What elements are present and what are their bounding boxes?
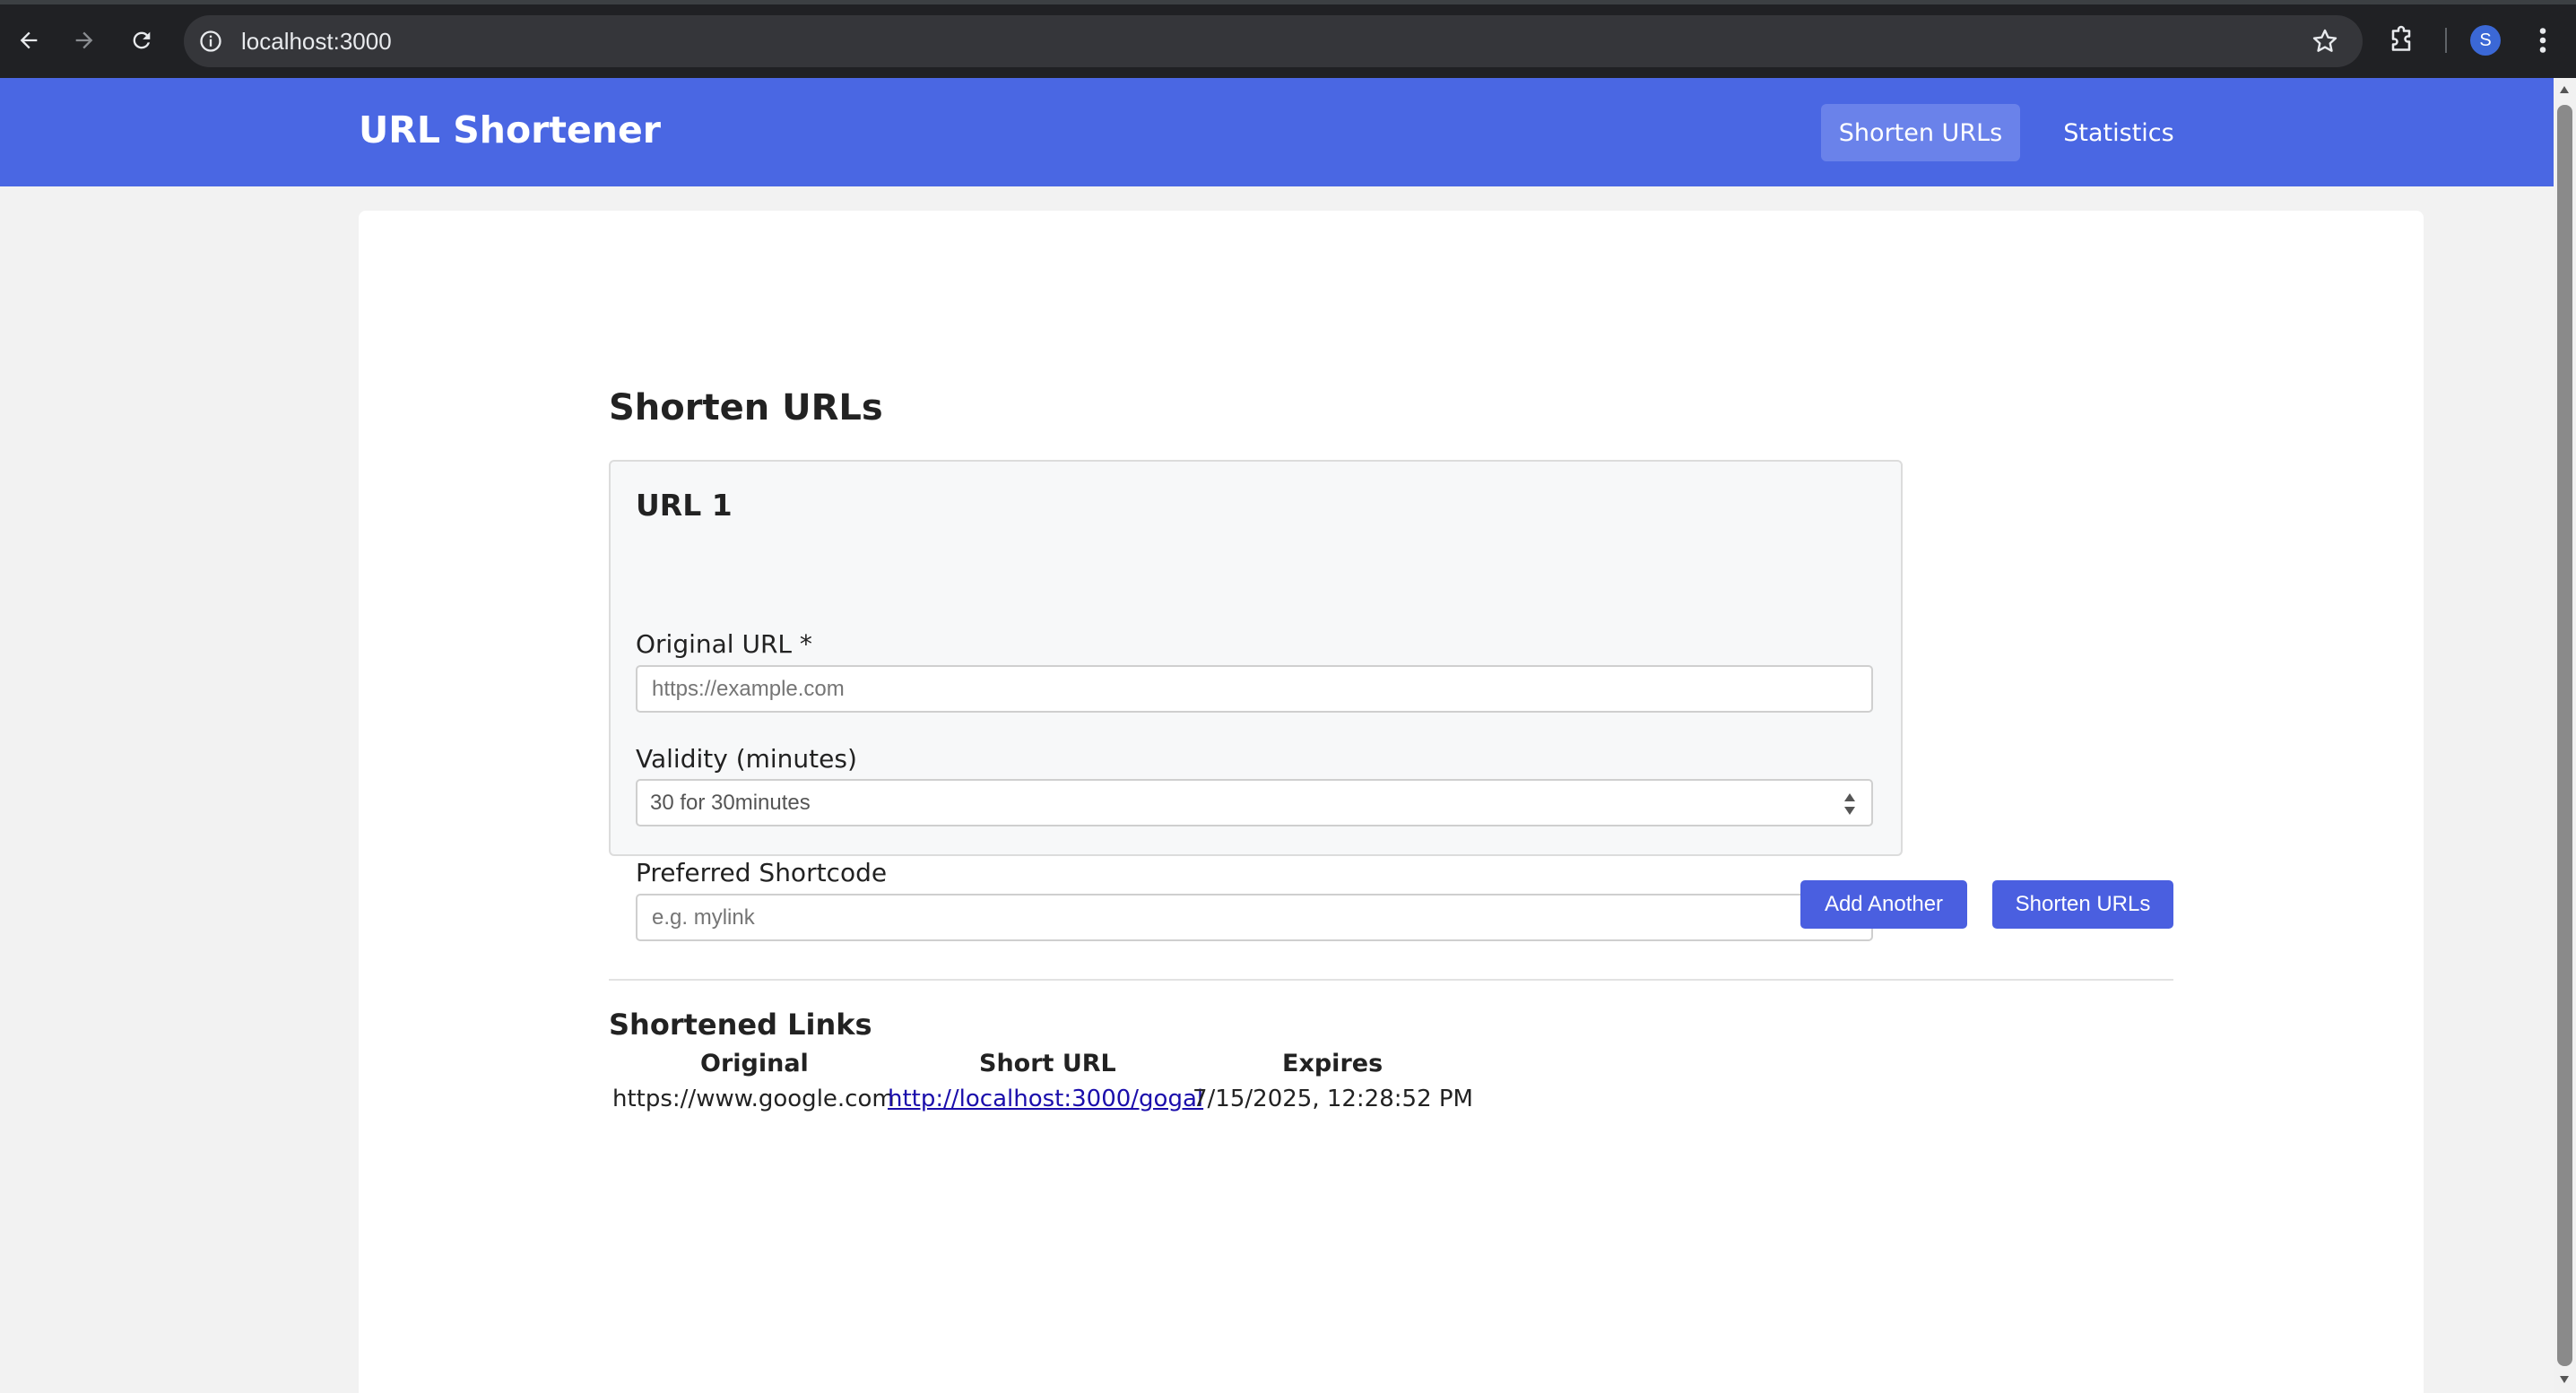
original-url-label: Original URL * <box>636 629 812 659</box>
scroll-up-icon[interactable] <box>2559 85 2570 94</box>
page-title: Shorten URLs <box>609 387 883 428</box>
original-url-field[interactable] <box>636 665 1873 713</box>
address-text[interactable]: localhost:3000 <box>241 28 392 56</box>
forward-button[interactable] <box>64 20 105 61</box>
brand-title[interactable]: URL Shortener <box>359 108 661 151</box>
scroll-down-icon[interactable] <box>2559 1375 2570 1384</box>
address-bar[interactable]: localhost:3000 <box>184 15 2363 67</box>
url-entry-title: URL 1 <box>636 488 733 523</box>
column-header-short-url: Short URL <box>979 1050 1116 1077</box>
profile-avatar[interactable]: S <box>2470 25 2501 56</box>
validity-selected-value: 30 for 30minutes <box>650 790 811 815</box>
nav-shorten-urls[interactable]: Shorten URLs <box>1821 104 2020 161</box>
reload-icon <box>133 31 151 49</box>
column-header-original: Original <box>700 1050 809 1077</box>
validity-label: Validity (minutes) <box>636 744 857 774</box>
column-header-expires: Expires <box>1282 1050 1383 1077</box>
info-icon[interactable] <box>198 29 223 54</box>
add-another-button[interactable]: Add Another <box>1800 880 1967 929</box>
forward-icon <box>75 31 93 49</box>
star-icon[interactable] <box>2311 27 2339 56</box>
shortened-links-title: Shortened Links <box>609 1008 872 1042</box>
cell-expires: 7/15/2025, 12:28:52 PM <box>1193 1086 1473 1112</box>
shortcode-field[interactable] <box>636 894 1873 941</box>
shortcode-label: Preferred Shortcode <box>636 858 888 887</box>
back-icon <box>20 31 38 49</box>
section-divider <box>609 979 2173 981</box>
select-arrows-icon <box>1844 793 1855 815</box>
reload-button[interactable] <box>121 20 162 61</box>
nav-statistics[interactable]: Statistics <box>2047 104 2190 161</box>
shorten-urls-button[interactable]: Shorten URLs <box>1992 880 2173 929</box>
more-icon[interactable] <box>2533 24 2553 56</box>
back-button[interactable] <box>8 20 49 61</box>
cell-short-url-link[interactable]: http://localhost:3000/gogal <box>888 1086 1203 1112</box>
cell-original: https://www.google.com <box>612 1086 895 1112</box>
shortcode-input[interactable] <box>650 904 1859 931</box>
page-scrollbar[interactable] <box>2554 78 2576 1393</box>
validity-select[interactable]: 30 for 30minutes <box>636 779 1873 826</box>
toolbar-divider <box>2445 28 2447 53</box>
original-url-input[interactable] <box>650 675 1859 703</box>
browser-toolbar: localhost:3000 S <box>0 0 2576 78</box>
scroll-thumb[interactable] <box>2557 105 2572 1366</box>
tab-strip <box>0 0 2576 4</box>
extensions-icon[interactable] <box>2385 24 2417 56</box>
app-header: URL Shortener Shorten URLs Statistics <box>0 78 2554 186</box>
